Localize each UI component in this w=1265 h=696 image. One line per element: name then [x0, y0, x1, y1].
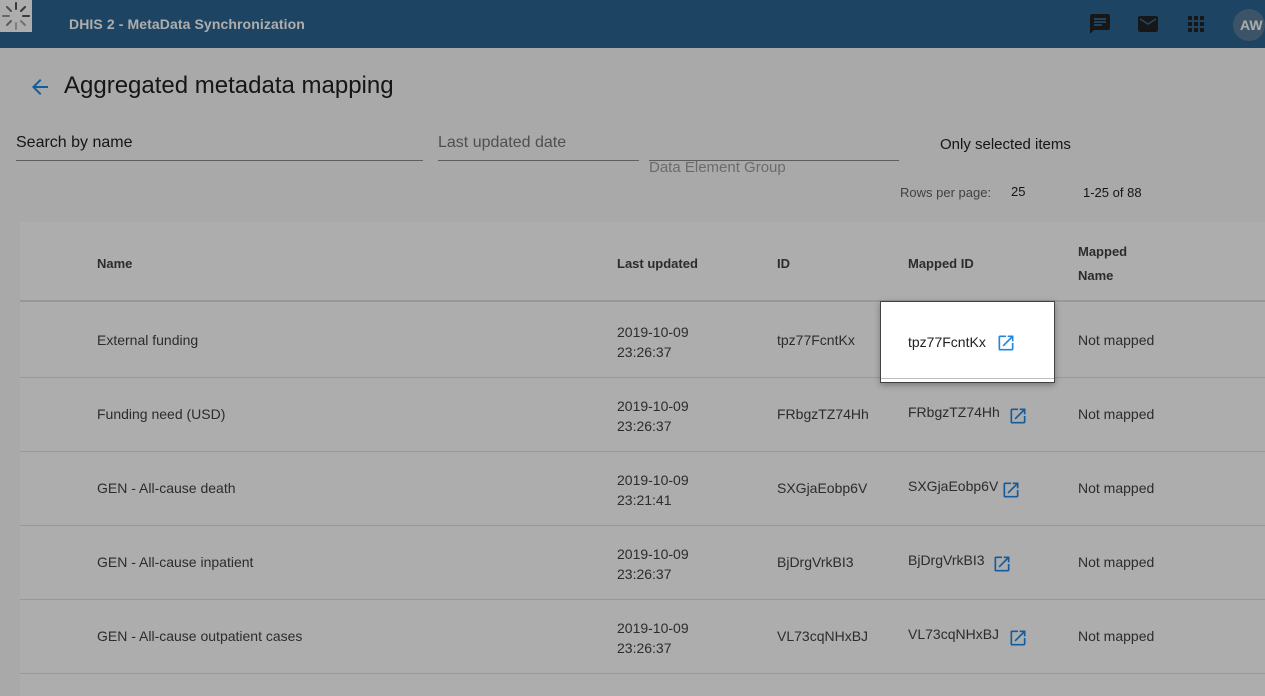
row-name: External funding: [97, 332, 199, 348]
row-mapped-name: Not mapped: [1078, 332, 1155, 348]
pagination-range: 1-25 of 88: [1083, 185, 1142, 200]
row-time: 23:26:37: [617, 344, 672, 360]
row-name: Funding need (USD): [97, 406, 226, 422]
header-mapped-id[interactable]: Mapped ID: [908, 256, 974, 271]
row-mapped-id: FRbgzTZ74Hh: [908, 404, 1000, 420]
mapping-popup[interactable]: tpz77FcntKx: [880, 301, 1055, 383]
loading-spinner-icon: [0, 0, 32, 32]
last-updated-date-input[interactable]: Last updated date: [438, 134, 639, 161]
row-id: tpz77FcntKx: [777, 332, 855, 348]
header-last-updated[interactable]: Last updated: [617, 256, 698, 271]
table-row[interactable]: Funding need (USD) 2019-10-09 23:26:37 FRbg…: [20, 378, 1265, 452]
row-last-updated: 2019-10-09 23:21:41: [617, 470, 689, 510]
header-mapped-name-line2: Name: [1078, 268, 1114, 283]
open-in-new-icon[interactable]: [1001, 480, 1021, 500]
metadata-table: Name Last updated ID Mapped ID Mapped Na…: [20, 222, 1265, 696]
row-id: VL73cqNHxBJ: [777, 628, 869, 644]
search-input[interactable]: Search by name: [16, 134, 423, 161]
row-mapped-name: Not mapped: [1078, 628, 1155, 644]
user-avatar[interactable]: AW: [1233, 9, 1265, 41]
row-id: SXGjaEobp6V: [777, 480, 868, 496]
data-element-group-label: Data Element Group: [649, 159, 786, 176]
row-date: 2019-10-09: [617, 324, 689, 340]
row-last-updated: 2019-10-09 23:26:37: [617, 322, 689, 362]
header-id[interactable]: ID: [777, 256, 790, 271]
row-date: 2019-10-09: [617, 472, 689, 488]
app-header: DHIS 2 - MetaData Synchronization AW: [0, 0, 1265, 48]
row-last-updated: 2019-10-09 23:26:37: [617, 618, 689, 658]
popup-divider: [881, 378, 1054, 379]
row-date: 2019-10-09: [617, 546, 689, 562]
row-mapped-name: Not mapped: [1078, 480, 1155, 496]
row-time: 23:26:37: [617, 566, 672, 582]
row-id: FRbgzTZ74Hh: [777, 406, 869, 422]
open-in-new-icon[interactable]: [996, 333, 1016, 353]
table-row[interactable]: GEN - All-cause outpatient cases 2019-10-…: [20, 600, 1265, 674]
row-mapped-name: Not mapped: [1078, 406, 1155, 422]
row-mapped-name: Not mapped: [1078, 554, 1155, 570]
search-placeholder: Search by name: [16, 134, 133, 151]
page-title: Aggregated metadata mapping: [64, 72, 394, 99]
table-header: Name Last updated ID Mapped ID Mapped Na…: [20, 222, 1265, 302]
open-in-new-icon[interactable]: [1008, 406, 1028, 426]
row-id: BjDrgVrkBI3: [777, 554, 854, 570]
header-name[interactable]: Name: [97, 256, 132, 271]
row-last-updated: 2019-10-09 23:26:37: [617, 544, 689, 584]
table-row[interactable]: GEN - All-cause inpatient 2019-10-09 23:26…: [20, 526, 1265, 600]
mail-icon[interactable]: [1136, 12, 1160, 36]
only-selected-items-toggle[interactable]: Only selected items: [940, 136, 1071, 153]
open-in-new-icon[interactable]: [1008, 628, 1028, 648]
row-mapped-id: VL73cqNHxBJ: [908, 626, 1000, 642]
row-date: 2019-10-09: [617, 398, 689, 414]
back-arrow-icon[interactable]: [28, 75, 52, 99]
header-mapped-name-line1[interactable]: Mapped: [1078, 244, 1127, 259]
table-row[interactable]: External funding 2019-10-09 23:26:37 tpz77F…: [20, 304, 1265, 378]
data-element-group-select[interactable]: [649, 134, 899, 161]
row-time: 23:26:37: [617, 418, 672, 434]
row-mapped-id: SXGjaEobp6V: [908, 478, 999, 494]
date-placeholder: Last updated date: [438, 134, 567, 151]
row-time: 23:21:41: [617, 492, 672, 508]
row-name: GEN - All-cause inpatient: [97, 554, 254, 570]
apps-icon[interactable]: [1184, 12, 1208, 36]
row-date: 2019-10-09: [617, 620, 689, 636]
row-time: 23:26:37: [617, 640, 672, 656]
app-title: DHIS 2 - MetaData Synchronization: [69, 16, 305, 32]
row-name: GEN - All-cause death: [97, 480, 236, 496]
rows-per-page-label: Rows per page:: [900, 185, 992, 200]
row-name: GEN - All-cause outpatient cases: [97, 628, 303, 644]
chat-icon[interactable]: [1088, 12, 1112, 36]
table-row[interactable]: GEN - All-cause death 2019-10-09 23:21:41 S…: [20, 452, 1265, 526]
row-mapped-id: BjDrgVrkBI3: [908, 552, 985, 568]
open-in-new-icon[interactable]: [992, 554, 1012, 574]
row-last-updated: 2019-10-09 23:26:37: [617, 396, 689, 436]
popup-mapped-id: tpz77FcntKx: [908, 334, 986, 350]
rows-per-page-select[interactable]: 25: [1011, 184, 1025, 199]
